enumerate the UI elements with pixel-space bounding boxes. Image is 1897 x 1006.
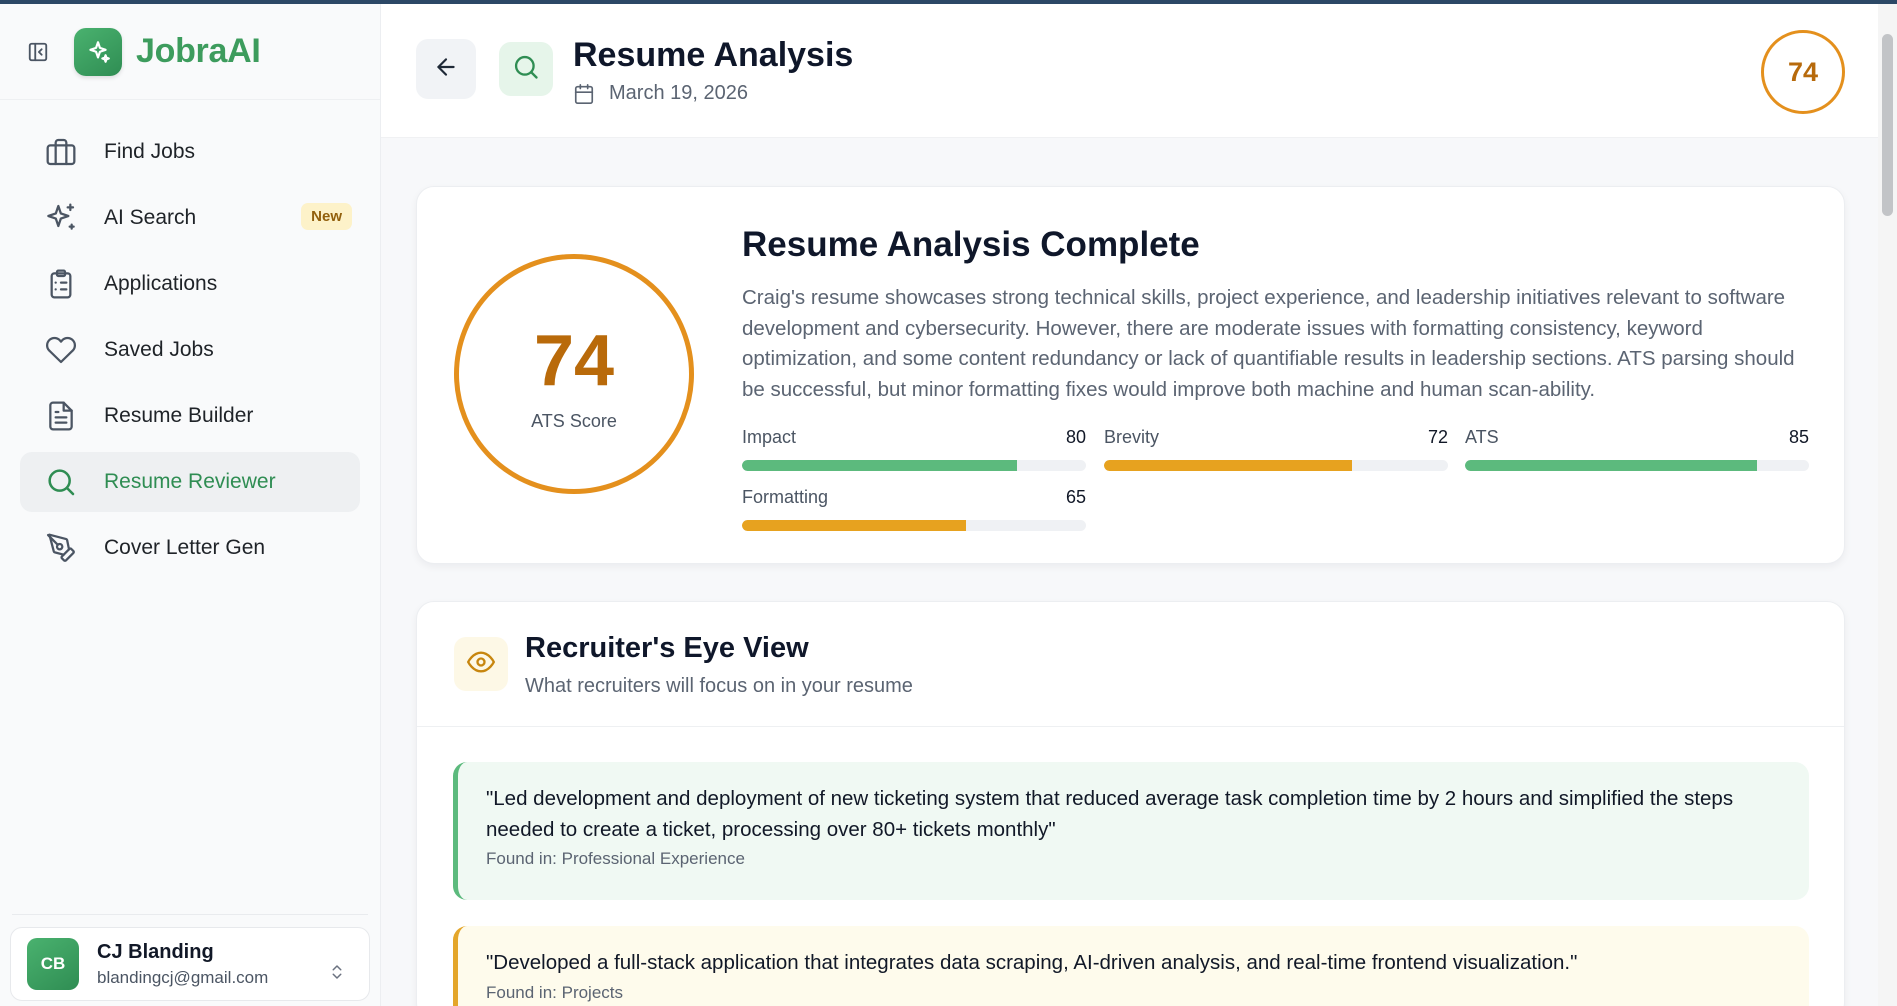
recruiter-eye-view-card: Recruiter's Eye View What recruiters wil… <box>416 601 1845 1006</box>
metric-name: Formatting <box>742 487 829 507</box>
quote-source: Found in: Projects <box>486 982 624 1002</box>
metric-bar <box>742 520 1086 531</box>
page-title: Resume Analysis <box>573 36 854 74</box>
document-icon <box>44 399 78 433</box>
chevrons-up-down-icon <box>328 961 346 988</box>
avatar: CB <box>27 938 79 990</box>
sidebar-item-label: Cover Letter Gen <box>104 536 266 559</box>
summary-text: Craig's resume showcases strong technica… <box>742 286 1795 401</box>
resume-reviewer-badge <box>499 42 553 96</box>
metric-bar <box>742 460 1086 471</box>
score-metrics: Impact 80 Brevity 72 ATS 85 Formatting 65 <box>742 427 1811 547</box>
metric-value: 65 <box>1065 487 1086 507</box>
scrollbar-thumb[interactable] <box>1882 34 1893 216</box>
arrow-left-icon <box>433 54 459 85</box>
logo-sparkle-icon <box>74 27 122 76</box>
sidebar-item-resume-reviewer[interactable]: Resume Reviewer <box>20 452 360 512</box>
metric-formatting: Formatting 65 <box>742 487 1086 531</box>
sidebar-item-saved-jobs[interactable]: Saved Jobs <box>20 320 360 380</box>
metric-name: ATS <box>1465 427 1499 447</box>
header-score-badge: 74 <box>1761 30 1845 114</box>
pen-tool-icon <box>44 531 78 565</box>
sidebar-item-resume-builder[interactable]: Resume Builder <box>20 386 360 446</box>
recruiter-quote: "Led development and deployment of new t… <box>453 762 1809 900</box>
analysis-summary-card: 74 ATS Score Resume Analysis Complete Cr… <box>416 186 1845 564</box>
metric-value: 80 <box>1065 427 1086 447</box>
recruiter-view-subtitle: What recruiters will focus on in your re… <box>525 675 913 697</box>
user-menu-button[interactable]: CB CJ Blanding blandingcj@gmail.com <box>10 927 370 1001</box>
quote-source: Found in: Professional Experience <box>486 849 745 868</box>
metric-bar-fill <box>1104 460 1352 471</box>
user-section: CB CJ Blanding blandingcj@gmail.com <box>10 914 370 1006</box>
back-button[interactable] <box>416 39 476 99</box>
sidebar-item-label: Applications <box>104 272 218 295</box>
scrollbar[interactable] <box>1878 4 1897 1006</box>
metric-impact: Impact 80 <box>742 427 1086 471</box>
summary-title: Resume Analysis Complete <box>742 225 1200 264</box>
clipboard-list-icon <box>44 267 78 301</box>
search-icon <box>512 53 540 86</box>
metric-brevity: Brevity 72 <box>1104 427 1448 471</box>
sidebar: JobraAI Find Jobs AI Search New Applicat… <box>0 4 381 1006</box>
app-logo-text[interactable]: JobraAI <box>136 32 261 71</box>
sidebar-item-find-jobs[interactable]: Find Jobs <box>20 122 360 182</box>
sidebar-header: JobraAI <box>0 4 380 100</box>
sidebar-item-label: Find Jobs <box>104 140 196 163</box>
date-text: March 19, 2026 <box>609 82 748 104</box>
recruiter-view-title: Recruiter's Eye View <box>525 632 809 664</box>
sparkles-icon <box>44 201 78 235</box>
metric-bar <box>1465 460 1809 471</box>
sidebar-item-applications[interactable]: Applications <box>20 254 360 314</box>
sidebar-item-label: AI Search <box>104 206 197 229</box>
ats-score-value: 74 <box>533 320 615 401</box>
divider <box>417 726 1844 727</box>
metric-bar-fill <box>742 460 1018 471</box>
ats-score-ring: 74 ATS Score <box>454 254 694 494</box>
metric-value: 85 <box>1788 427 1809 447</box>
metric-name: Impact <box>742 427 797 447</box>
analysis-date: March 19, 2026 <box>573 82 748 105</box>
page-header: Resume Analysis March 19, 2026 74 <box>381 4 1878 138</box>
user-name: CJ Blanding <box>97 940 214 963</box>
sidebar-item-cover-letter-gen[interactable]: Cover Letter Gen <box>20 518 360 578</box>
eye-icon <box>467 648 495 681</box>
sidebar-nav: Find Jobs AI Search New Applications Sav… <box>0 100 380 578</box>
recruiter-quote: "Developed a full-stack application that… <box>453 926 1809 1006</box>
sidebar-collapse-icon[interactable] <box>26 40 50 64</box>
sidebar-item-label: Saved Jobs <box>104 338 214 361</box>
metric-bar-fill <box>742 520 966 531</box>
search-icon <box>44 465 78 499</box>
metric-ats: ATS 85 <box>1465 427 1809 471</box>
sidebar-item-ai-search[interactable]: AI Search New <box>20 188 360 248</box>
metric-value: 72 <box>1427 427 1448 447</box>
user-email: blandingcj@gmail.com <box>97 967 269 987</box>
metric-bar-fill <box>1465 460 1758 471</box>
heart-icon <box>44 333 78 367</box>
metric-name: Brevity <box>1104 427 1160 447</box>
quote-text: "Developed a full-stack application that… <box>486 951 1578 974</box>
briefcase-icon <box>44 135 78 169</box>
ats-score-label: ATS Score <box>531 410 617 431</box>
quote-text: "Led development and deployment of new t… <box>486 787 1734 841</box>
sidebar-item-label: Resume Reviewer <box>104 470 276 493</box>
eye-badge <box>454 637 508 691</box>
new-badge: New <box>301 203 352 230</box>
calendar-icon <box>573 83 595 105</box>
metric-bar <box>1104 460 1448 471</box>
sidebar-item-label: Resume Builder <box>104 404 254 427</box>
